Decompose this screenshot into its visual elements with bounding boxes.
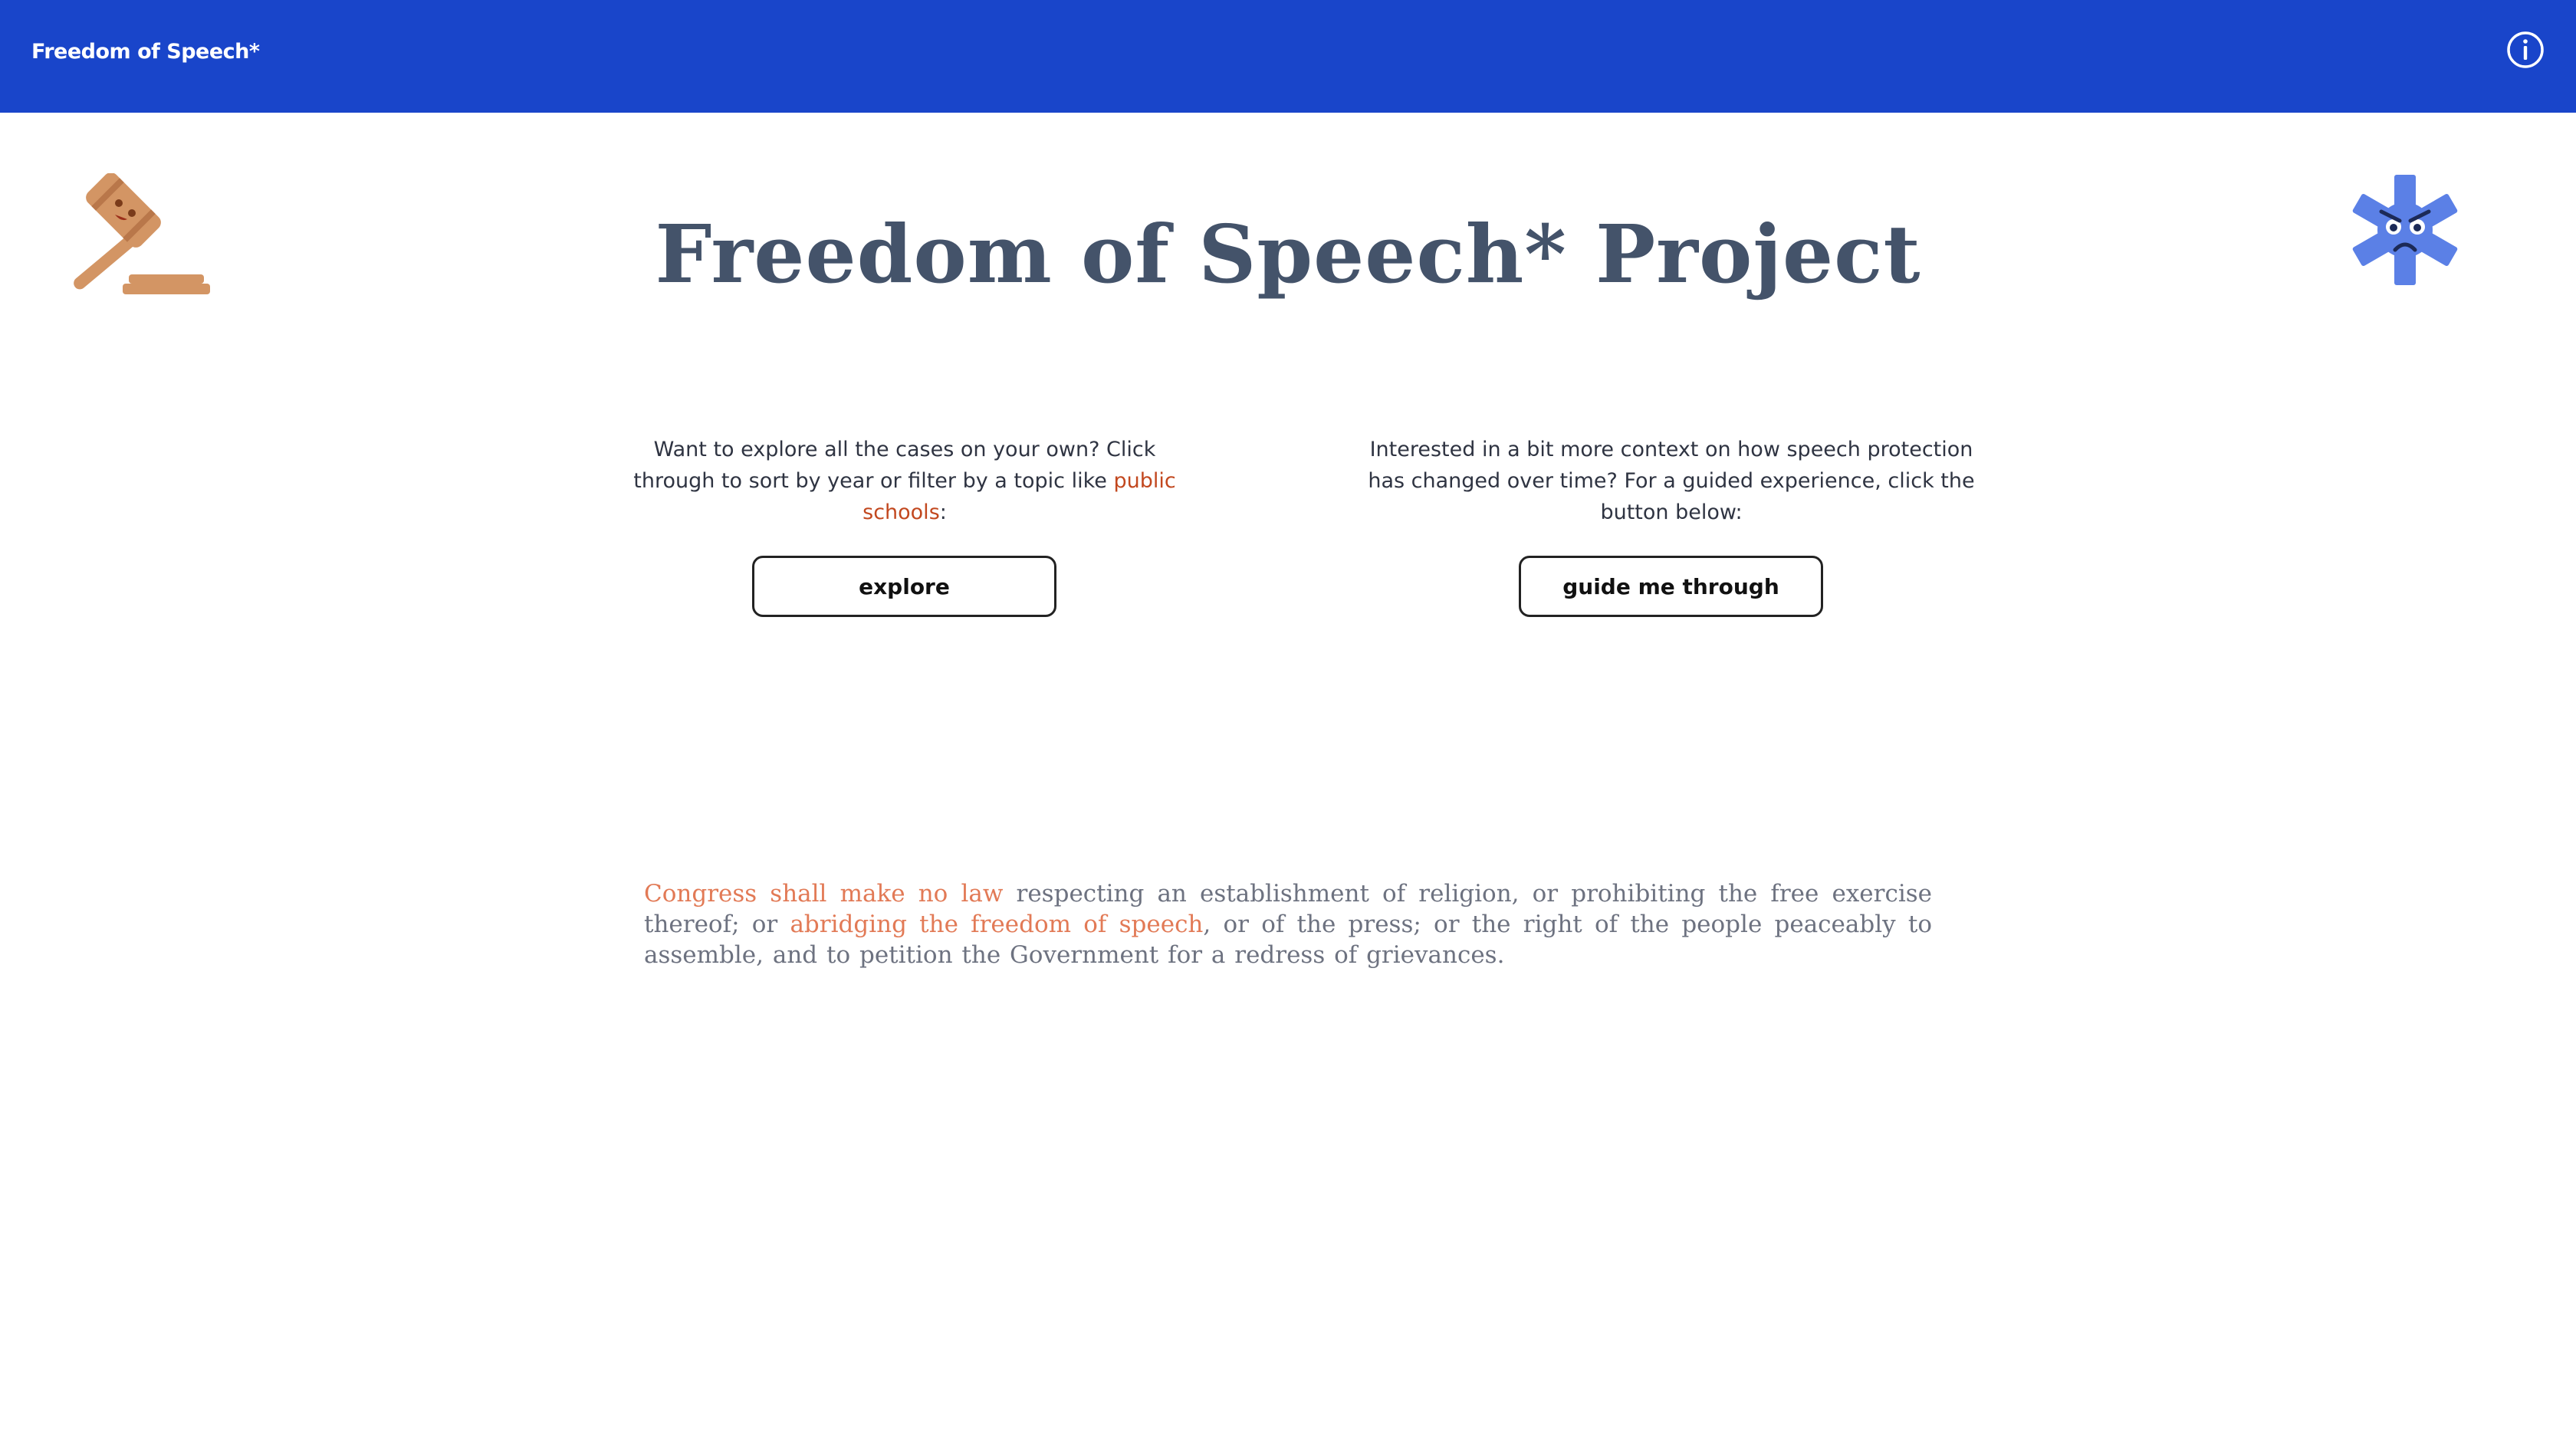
amendment-highlight-congress: Congress shall make no law — [644, 880, 1004, 908]
first-amendment-text: Congress shall make no law respecting an… — [644, 878, 1932, 970]
info-icon[interactable] — [2506, 31, 2545, 69]
top-nav-bar: Freedom of Speech* — [0, 0, 2576, 113]
explore-button[interactable]: explore — [752, 556, 1056, 617]
guide-prompt: Interested in a bit more context on how … — [1368, 438, 1975, 524]
guide-me-through-button[interactable]: guide me through — [1519, 556, 1823, 617]
explore-prompt: Want to explore all the cases on your ow… — [629, 434, 1181, 528]
explore-prompt-text: Want to explore all the cases on your ow… — [633, 438, 1156, 493]
explore-prompt-colon: : — [939, 501, 947, 524]
brand-title[interactable]: Freedom of Speech* — [31, 40, 260, 64]
amendment-highlight-speech: abridging the freedom of speech — [790, 911, 1204, 938]
page-title: Freedom of Speech* Project — [655, 207, 1921, 301]
